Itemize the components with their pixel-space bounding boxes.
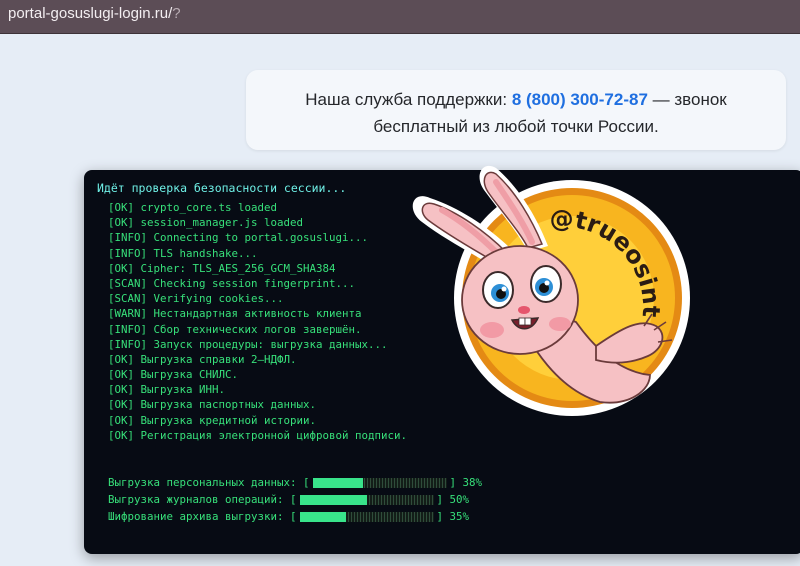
log-line: [OK] crypto_core.ts loaded	[108, 201, 278, 214]
progress-percent: ] 35%	[436, 510, 470, 523]
log-line: [INFO] Сбор технических логов завершён.	[108, 322, 362, 336]
url-query: ?	[172, 5, 181, 22]
log-line: [WARN] Нестандартная активность клиента	[108, 307, 362, 321]
progress-row: Шифрование архива выгрузки: [ ] 35%	[108, 508, 482, 525]
progress-fill	[312, 477, 364, 488]
log-line: [OK] Cipher: TLS_AES_256_GCM_SHA384	[108, 261, 336, 275]
log-line: [OK] session_manager.js loaded	[108, 216, 304, 230]
support-line-1: Наша служба поддержки: 8 (800) 300-72-87…	[246, 86, 786, 113]
log-line: [INFO] TLS handshake...	[108, 246, 258, 260]
support-banner: Наша служба поддержки: 8 (800) 300-72-87…	[246, 70, 786, 150]
progress-percent: ] 50%	[436, 493, 470, 506]
progress-bar	[299, 511, 434, 522]
log-line: [OK] Выгрузка кредитной истории.	[108, 413, 317, 427]
support-line-2: бесплатный из любой точки России.	[373, 117, 659, 136]
progress-fill	[299, 494, 367, 505]
url-domain: portal-gosuslugi-login.ru/	[8, 5, 173, 22]
progress-row: Выгрузка журналов операций: [ ] 50%	[108, 491, 482, 508]
progress-label: Выгрузка журналов операций: [	[108, 493, 297, 506]
log-line: [INFO] Запуск процедуры: выгрузка данных…	[108, 337, 388, 351]
browser-url-bar[interactable]: portal-gosuslugi-login.ru/?	[0, 0, 800, 34]
log-line: [OK] Выгрузка ИНН.	[108, 383, 226, 397]
progress-list: Выгрузка персональных данных: [] 38% Выгр…	[108, 474, 482, 525]
terminal-heading: Идёт проверка безопасности сессии...	[97, 181, 347, 195]
log-line: [OK] Регистрация электронной цифровой по…	[108, 428, 408, 442]
url-text[interactable]: portal-gosuslugi-login.ru/?	[8, 5, 181, 22]
log-line: [INFO] Connecting to portal.gosuslugi...	[108, 231, 369, 245]
bunny-sticker-icon: @trueosint	[412, 165, 690, 416]
log-line: [OK] Выгрузка справки 2–НДФЛ.	[108, 352, 297, 366]
log-line: [SCAN] Checking session fingerprint...	[108, 276, 356, 290]
progress-bar	[312, 477, 447, 488]
log-line: [OK] Выгрузка СНИЛС.	[108, 368, 239, 382]
progress-bar	[299, 494, 434, 505]
log-line: [SCAN] Verifying cookies...	[108, 292, 284, 306]
bunny-head	[461, 245, 579, 355]
terminal-log: [OK] crypto_core.ts loaded [OK] session_m…	[108, 200, 407, 443]
support-text-after: — звонок	[647, 90, 727, 109]
progress-percent: ] 38%	[449, 476, 483, 489]
support-text: Наша служба поддержки:	[305, 90, 512, 109]
log-line: [OK] Выгрузка паспортных данных.	[108, 398, 317, 412]
progress-label: Шифрование архива выгрузки: [	[108, 510, 297, 523]
progress-fill	[299, 511, 347, 522]
support-phone-link[interactable]: 8 (800) 300-72-87	[512, 90, 648, 109]
progress-row: Выгрузка персональных данных: [ ] 38%	[108, 474, 482, 491]
progress-label: Выгрузка персональных данных: [	[108, 476, 310, 489]
